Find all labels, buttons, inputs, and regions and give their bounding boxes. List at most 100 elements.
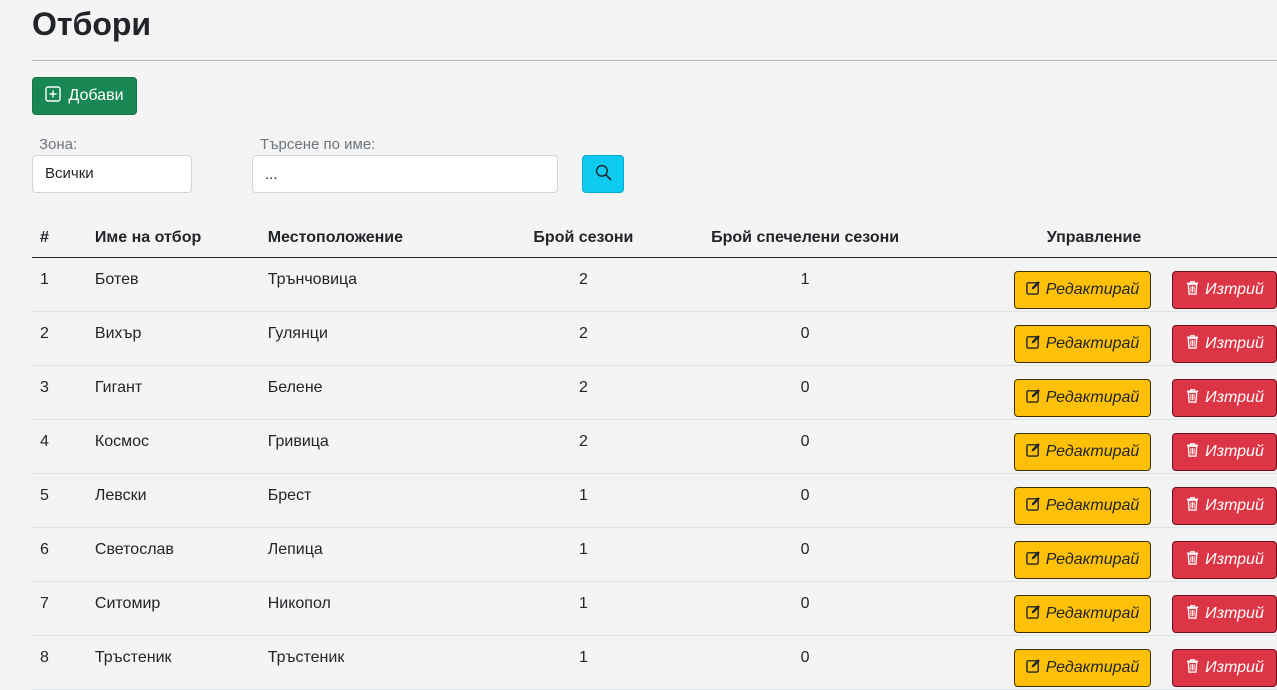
- cell-won: 0: [699, 365, 911, 420]
- delete-button-label: Изтрий: [1205, 389, 1264, 406]
- zone-select[interactable]: Всички: [32, 155, 192, 193]
- delete-button[interactable]: Изтрий: [1172, 487, 1277, 525]
- table-row: 7 Ситомир Никопол 1 0 Редактирай Изтрий: [32, 581, 1277, 636]
- col-header-num[interactable]: #: [32, 218, 95, 258]
- cell-won: 1: [699, 257, 911, 312]
- cell-actions: Редактирай Изтрий: [911, 527, 1277, 582]
- cell-won: 0: [699, 635, 911, 690]
- pencil-square-icon: [1025, 550, 1041, 570]
- search-button[interactable]: [582, 155, 624, 193]
- table-row: 4 Космос Гривица 2 0 Редактирай Изтрий: [32, 419, 1277, 474]
- edit-button[interactable]: Редактирай: [1014, 271, 1151, 309]
- cell-actions: Редактирай Изтрий: [911, 311, 1277, 366]
- cell-num: 2: [32, 311, 95, 366]
- cell-seasons: 1: [467, 473, 700, 528]
- cell-actions: Редактирай Изтрий: [911, 635, 1277, 690]
- delete-button-label: Изтрий: [1205, 281, 1264, 298]
- edit-button[interactable]: Редактирай: [1014, 325, 1151, 363]
- trash-icon: [1185, 442, 1200, 462]
- cell-name: Левски: [94, 473, 268, 528]
- edit-button-label: Редактирай: [1045, 281, 1140, 298]
- teams-table: # Име на отбор Местоположение Брой сезон…: [32, 218, 1277, 690]
- cell-won: 0: [699, 473, 911, 528]
- cell-num: 1: [32, 257, 95, 312]
- col-header-name[interactable]: Име на отбор: [94, 218, 268, 258]
- trash-icon: [1185, 388, 1200, 408]
- cell-actions: Редактирай Изтрий: [911, 473, 1277, 528]
- title-divider: [32, 60, 1277, 61]
- pencil-square-icon: [1025, 604, 1041, 624]
- edit-button[interactable]: Редактирай: [1014, 487, 1151, 525]
- delete-button[interactable]: Изтрий: [1172, 541, 1277, 579]
- trash-icon: [1185, 334, 1200, 354]
- delete-button-label: Изтрий: [1205, 443, 1264, 460]
- cell-won: 0: [699, 581, 911, 636]
- edit-button-label: Редактирай: [1045, 551, 1140, 568]
- cell-seasons: 2: [467, 419, 700, 474]
- add-button[interactable]: Добави: [32, 77, 137, 115]
- cell-name: Гигант: [94, 365, 268, 420]
- delete-button-label: Изтрий: [1205, 659, 1264, 676]
- delete-button-label: Изтрий: [1205, 497, 1264, 514]
- col-header-location[interactable]: Местоположение: [267, 218, 468, 258]
- edit-button[interactable]: Редактирай: [1014, 595, 1151, 633]
- cell-location: Трънчовица: [267, 257, 468, 312]
- table-row: 5 Левски Брест 1 0 Редактирай Изтрий: [32, 473, 1277, 528]
- delete-button-label: Изтрий: [1205, 551, 1264, 568]
- table-row: 2 Вихър Гулянци 2 0 Редактирай Изтрий: [32, 311, 1277, 366]
- cell-num: 4: [32, 419, 95, 474]
- cell-actions: Редактирай Изтрий: [911, 365, 1277, 420]
- trash-icon: [1185, 604, 1200, 624]
- plus-square-icon: [45, 85, 62, 107]
- cell-actions: Редактирай Изтрий: [911, 257, 1277, 312]
- delete-button[interactable]: Изтрий: [1172, 433, 1277, 471]
- table-row: 8 Тръстеник Тръстеник 1 0 Редактирай Изт…: [32, 635, 1277, 690]
- cell-location: Тръстеник: [267, 635, 468, 690]
- pencil-square-icon: [1025, 442, 1041, 462]
- search-label: Търсене по име:: [260, 136, 376, 153]
- edit-button[interactable]: Редактирай: [1014, 649, 1151, 687]
- trash-icon: [1185, 550, 1200, 570]
- delete-button[interactable]: Изтрий: [1172, 325, 1277, 363]
- col-header-won[interactable]: Брой спечелени сезони: [699, 218, 911, 258]
- cell-num: 7: [32, 581, 95, 636]
- col-header-actions: Управление: [911, 218, 1277, 258]
- col-header-seasons[interactable]: Брой сезони: [467, 218, 700, 258]
- pencil-square-icon: [1025, 280, 1041, 300]
- cell-name: Космос: [94, 419, 268, 474]
- cell-actions: Редактирай Изтрий: [911, 581, 1277, 636]
- page-title: Отбори: [32, 6, 152, 42]
- delete-button[interactable]: Изтрий: [1172, 271, 1277, 309]
- edit-button-label: Редактирай: [1045, 659, 1140, 676]
- edit-button-label: Редактирай: [1045, 335, 1140, 352]
- cell-seasons: 1: [467, 527, 700, 582]
- cell-name: Ботев: [94, 257, 268, 312]
- delete-button[interactable]: Изтрий: [1172, 595, 1277, 633]
- cell-location: Никопол: [267, 581, 468, 636]
- cell-location: Гривица: [267, 419, 468, 474]
- search-input[interactable]: [252, 155, 558, 193]
- pencil-square-icon: [1025, 658, 1041, 678]
- edit-button-label: Редактирай: [1045, 497, 1140, 514]
- table-row: 3 Гигант Белене 2 0 Редактирай Изтрий: [32, 365, 1277, 420]
- delete-button[interactable]: Изтрий: [1172, 379, 1277, 417]
- cell-won: 0: [699, 419, 911, 474]
- cell-num: 5: [32, 473, 95, 528]
- cell-seasons: 2: [467, 311, 700, 366]
- cell-won: 0: [699, 527, 911, 582]
- delete-button[interactable]: Изтрий: [1172, 649, 1277, 687]
- delete-button-label: Изтрий: [1205, 335, 1264, 352]
- table-header-row: # Име на отбор Местоположение Брой сезон…: [32, 218, 1277, 258]
- cell-name: Светослав: [94, 527, 268, 582]
- edit-button[interactable]: Редактирай: [1014, 541, 1151, 579]
- table-row: 6 Светослав Лепица 1 0 Редактирай Изтрий: [32, 527, 1277, 582]
- edit-button[interactable]: Редактирай: [1014, 379, 1151, 417]
- cell-num: 3: [32, 365, 95, 420]
- cell-location: Гулянци: [267, 311, 468, 366]
- edit-button[interactable]: Редактирай: [1014, 433, 1151, 471]
- pencil-square-icon: [1025, 334, 1041, 354]
- edit-button-label: Редактирай: [1045, 443, 1140, 460]
- cell-location: Брест: [267, 473, 468, 528]
- add-button-label: Добави: [68, 87, 124, 104]
- cell-seasons: 1: [467, 635, 700, 690]
